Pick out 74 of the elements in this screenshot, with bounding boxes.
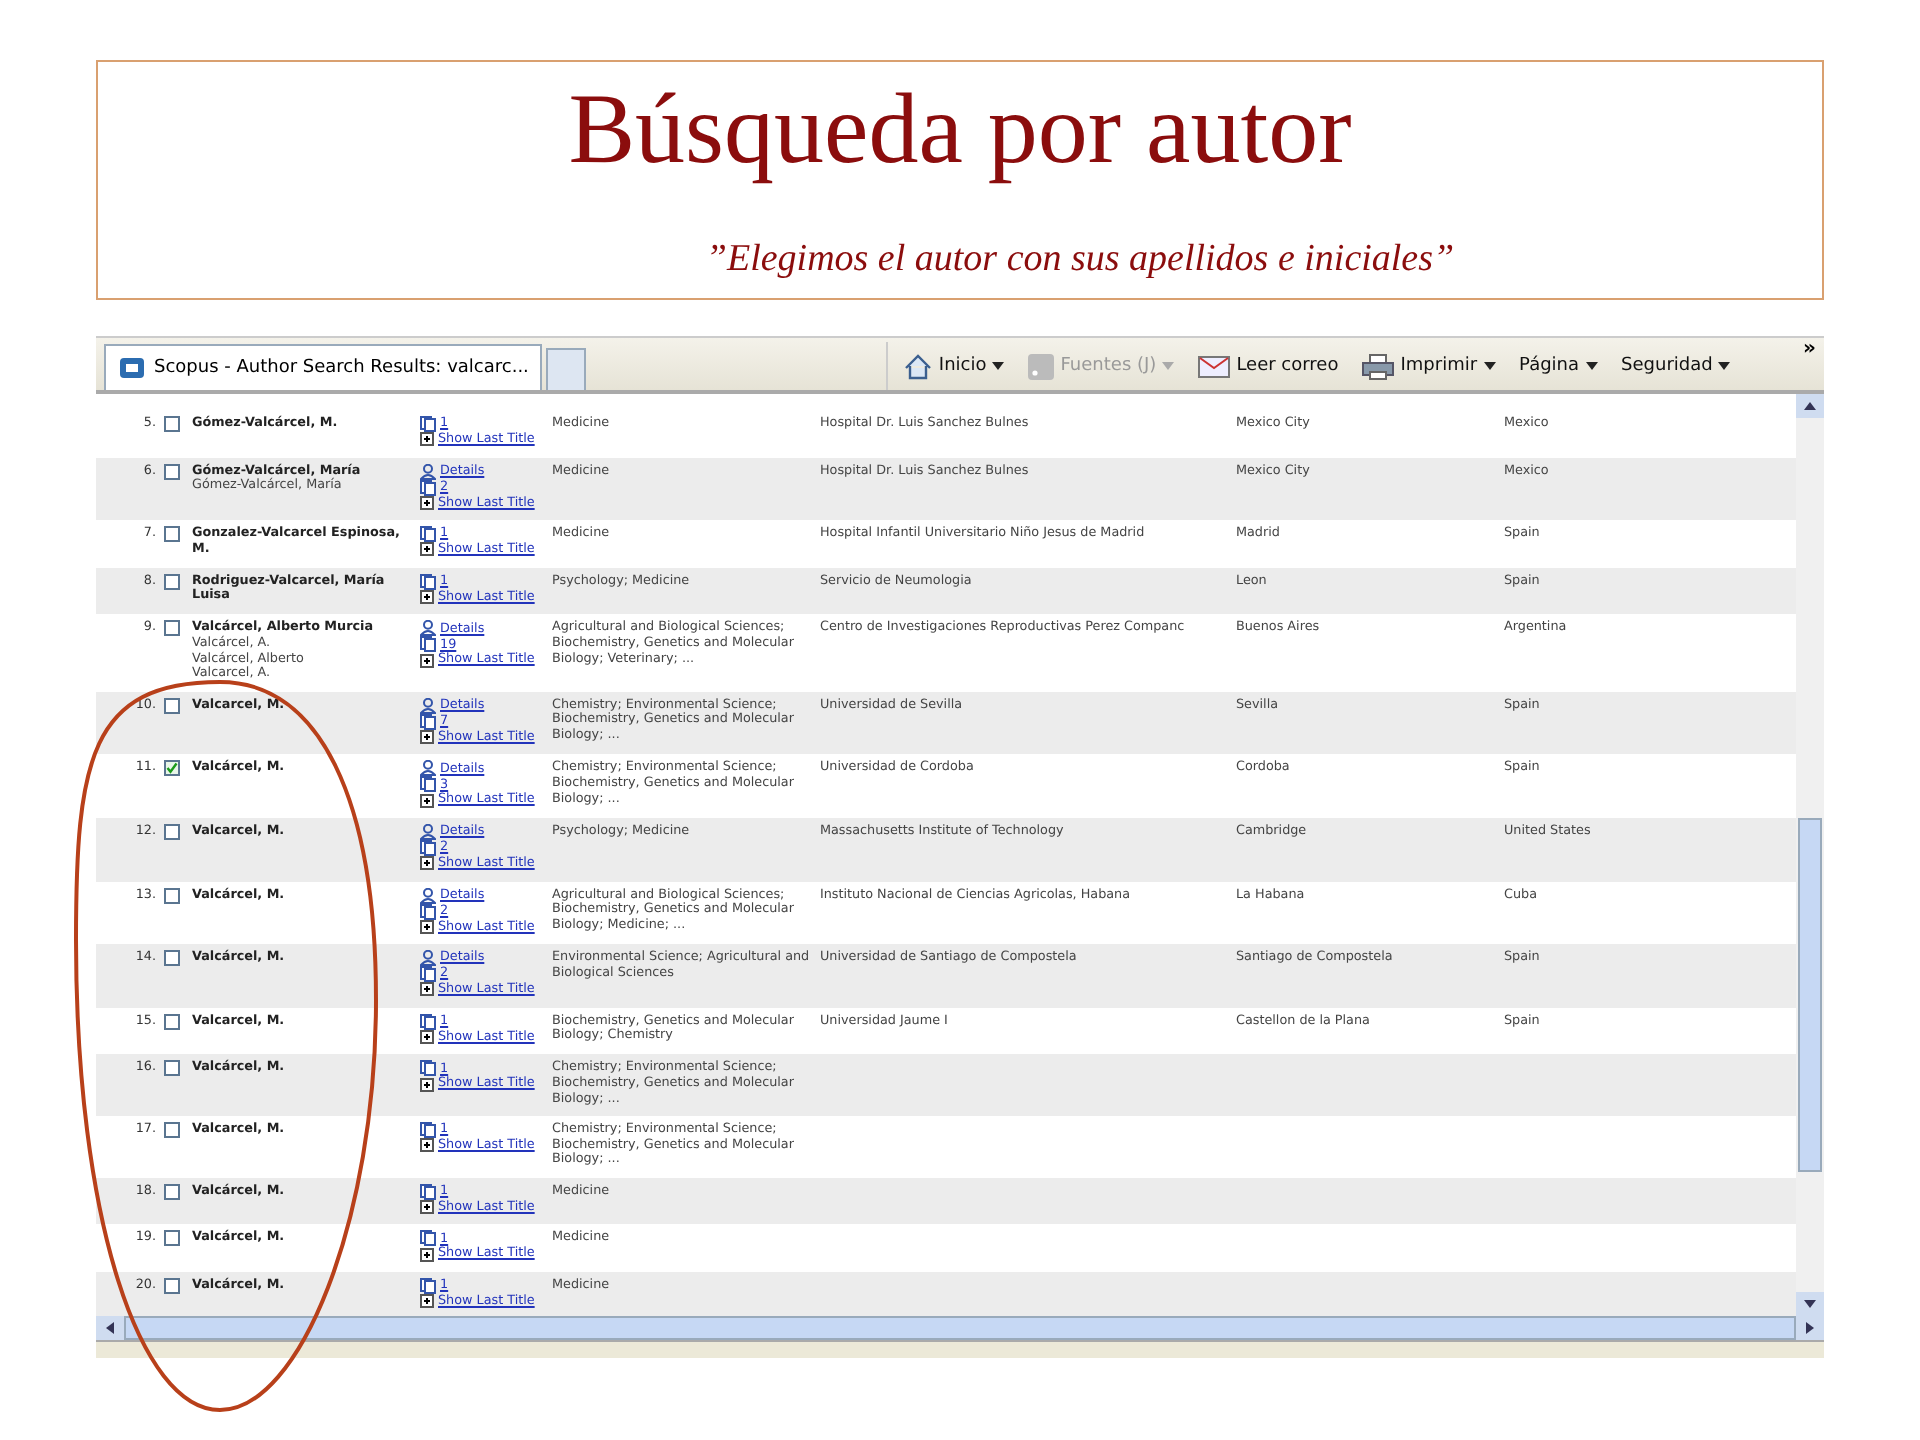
person-icon bbox=[420, 697, 436, 714]
expand-icon[interactable] bbox=[420, 1294, 434, 1309]
person-icon bbox=[420, 760, 436, 777]
slide-subtitle: ”Elegimos el autor con sus apellidos e iniciales” bbox=[705, 238, 1455, 282]
caret-icon bbox=[1585, 362, 1598, 370]
toolbar-button[interactable]: Página bbox=[1519, 356, 1598, 376]
row-checkbox[interactable] bbox=[164, 887, 180, 904]
expand-icon[interactable] bbox=[420, 919, 434, 934]
expand-icon[interactable] bbox=[420, 590, 434, 605]
caret-icon bbox=[1483, 362, 1496, 370]
expand-icon[interactable] bbox=[420, 432, 434, 447]
row-checkbox[interactable] bbox=[164, 416, 180, 432]
document-icon bbox=[420, 839, 436, 856]
envelope-icon bbox=[1198, 355, 1231, 377]
document-icon bbox=[420, 1060, 436, 1077]
row-checkbox[interactable] bbox=[164, 1230, 180, 1247]
person-icon bbox=[420, 823, 436, 840]
row-checkbox[interactable] bbox=[164, 526, 180, 543]
expand-icon[interactable] bbox=[420, 542, 434, 557]
expand-icon[interactable] bbox=[420, 1200, 434, 1215]
toolbar-button[interactable]: Imprimir bbox=[1362, 353, 1496, 379]
house-icon bbox=[904, 353, 933, 379]
toolbar-button[interactable]: Inicio bbox=[904, 353, 1005, 379]
tab-title: Scopus - Author Search Results: valcarc... bbox=[154, 358, 529, 378]
document-icon bbox=[420, 713, 436, 730]
row-checkbox[interactable] bbox=[164, 823, 180, 840]
expand-icon[interactable] bbox=[420, 1077, 434, 1092]
expand-icon[interactable] bbox=[420, 730, 434, 745]
row-checkbox[interactable] bbox=[164, 1122, 180, 1139]
row-checkbox[interactable] bbox=[164, 950, 180, 967]
document-icon bbox=[420, 573, 436, 590]
row-checkbox[interactable] bbox=[164, 1183, 180, 1200]
row-checkbox[interactable] bbox=[164, 1013, 180, 1030]
row-checkbox[interactable] bbox=[164, 1060, 180, 1077]
document-icon bbox=[420, 776, 436, 793]
expand-icon[interactable] bbox=[420, 793, 434, 808]
toolbar-button[interactable]: Leer correo bbox=[1198, 355, 1339, 377]
expand-icon[interactable] bbox=[420, 653, 434, 668]
caret-icon bbox=[992, 362, 1005, 370]
expand-icon[interactable] bbox=[420, 982, 434, 997]
document-icon bbox=[420, 966, 436, 983]
browser-tab[interactable]: Scopus - Author Search Results: valcarc... bbox=[104, 344, 543, 390]
expand-icon[interactable] bbox=[420, 856, 434, 871]
overflow-chevron[interactable]: » bbox=[1803, 338, 1816, 360]
document-icon bbox=[420, 1122, 436, 1139]
document-icon bbox=[420, 1183, 436, 1200]
document-icon bbox=[420, 1013, 436, 1030]
feed-icon bbox=[1028, 353, 1055, 379]
toolbar-button[interactable]: Seguridad bbox=[1621, 356, 1731, 376]
row-checkbox[interactable] bbox=[164, 760, 180, 777]
slide-title: Búsqueda por autor bbox=[568, 70, 1352, 188]
caret-icon bbox=[1718, 362, 1731, 370]
row-checkbox[interactable] bbox=[164, 573, 180, 590]
document-icon bbox=[420, 1278, 436, 1295]
row-checkbox[interactable] bbox=[164, 463, 180, 480]
expand-icon[interactable] bbox=[420, 1138, 434, 1153]
printer-icon bbox=[1362, 353, 1395, 379]
expand-icon[interactable] bbox=[420, 1030, 434, 1045]
caret-icon bbox=[1162, 362, 1175, 370]
document-icon bbox=[420, 416, 436, 432]
person-icon bbox=[420, 463, 436, 480]
document-icon bbox=[420, 636, 436, 653]
person-icon bbox=[420, 620, 436, 637]
row-checkbox[interactable] bbox=[164, 620, 180, 637]
person-icon bbox=[420, 950, 436, 967]
row-checkbox[interactable] bbox=[164, 697, 180, 714]
document-icon bbox=[420, 903, 436, 920]
expand-icon[interactable] bbox=[420, 1247, 434, 1262]
row-checkbox[interactable] bbox=[164, 1278, 180, 1295]
document-icon bbox=[420, 1230, 436, 1247]
expand-icon[interactable] bbox=[420, 495, 434, 510]
document-icon bbox=[420, 526, 436, 543]
document-icon bbox=[420, 479, 436, 496]
person-icon bbox=[420, 887, 436, 904]
